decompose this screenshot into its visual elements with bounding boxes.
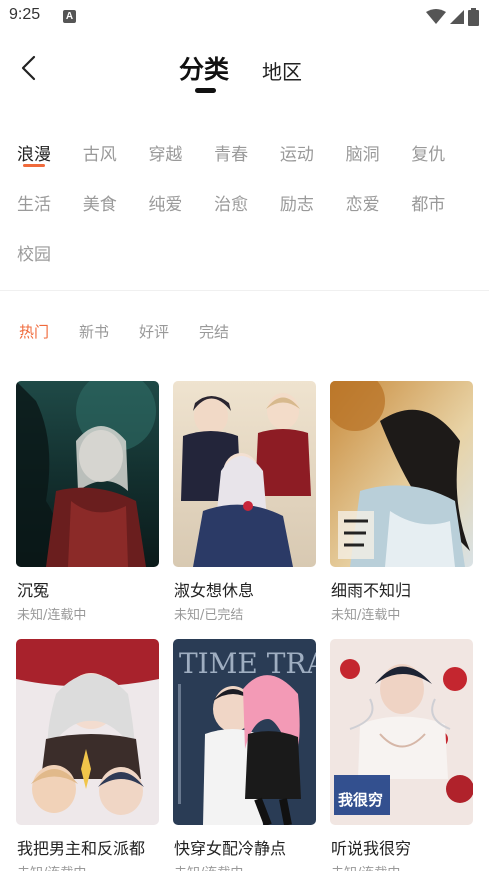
book-status: 未知/连载中 (17, 862, 86, 871)
book-card[interactable]: 淑女想休息 未知/已完结 (173, 381, 316, 623)
category-item[interactable]: 励志 (280, 190, 346, 240)
book-status: 未知/连载中 (331, 862, 400, 871)
book-cover: 我很穷 (330, 639, 473, 825)
book-title: 细雨不知归 (331, 581, 412, 600)
book-card[interactable]: TIME TRAVEL 快穿女配冷静点 未知/连载中 (173, 639, 316, 871)
book-cover: TIME TRAVEL (173, 639, 316, 825)
book-title: 快穿女配冷静点 (174, 839, 287, 858)
category-item[interactable]: 都市 (411, 190, 477, 240)
book-title: 淑女想休息 (174, 581, 255, 600)
cover-text: 我很穷 (338, 791, 383, 809)
category-row: 校园 (17, 240, 477, 290)
book-title: 我把男主和反派都 (17, 839, 146, 858)
book-card[interactable]: 细雨不知归 未知/连载中 (330, 381, 473, 623)
status-bar: 9:25 A (0, 0, 489, 34)
divider (0, 290, 489, 291)
notification-icon: A (63, 10, 76, 23)
category-item[interactable]: 复仇 (411, 140, 477, 190)
status-time: 9:25 (9, 6, 41, 23)
status-icons (426, 7, 479, 27)
category-item[interactable]: 纯爱 (148, 190, 214, 240)
header: 分类 地区 (0, 40, 489, 100)
sort-completed[interactable]: 完结 (199, 321, 259, 342)
category-item[interactable]: 恋爱 (346, 190, 412, 240)
category-item[interactable]: 穿越 (148, 140, 214, 190)
category-item[interactable]: 治愈 (214, 190, 280, 240)
cover-text: TIME TRAVEL (179, 647, 316, 680)
sort-new[interactable]: 新书 (79, 321, 139, 342)
book-card[interactable]: 沉冤 未知/连载中 (16, 381, 159, 623)
category-item[interactable]: 浪漫 (17, 140, 83, 190)
sort-options: 热门 新书 好评 完结 (19, 321, 259, 342)
book-cover (330, 381, 473, 567)
signal-icon (450, 10, 464, 24)
back-button[interactable] (12, 52, 44, 84)
tab-region[interactable]: 地区 (262, 56, 302, 85)
category-item[interactable]: 美食 (83, 190, 149, 240)
book-title: 沉冤 (17, 581, 50, 600)
category-row: 生活 美食 纯爱 治愈 励志 恋爱 都市 (17, 190, 477, 240)
category-row: 浪漫 古风 穿越 青春 运动 脑洞 复仇 (17, 140, 477, 190)
tab-category[interactable]: 分类 (179, 50, 229, 86)
book-status: 未知/连载中 (174, 862, 243, 871)
battery-icon (468, 8, 479, 26)
chevron-left-icon (21, 55, 36, 81)
tab-indicator (195, 88, 216, 93)
book-cover (173, 381, 316, 567)
category-item[interactable]: 青春 (214, 140, 280, 190)
sort-hot[interactable]: 热门 (19, 321, 79, 342)
book-cover (16, 381, 159, 567)
book-title: 听说我很穷 (331, 839, 412, 858)
category-item[interactable]: 校园 (17, 240, 87, 290)
book-card[interactable]: 我很穷 听说我很穷 未知/连载中 (330, 639, 473, 871)
category-item[interactable]: 生活 (17, 190, 83, 240)
book-cover (16, 639, 159, 825)
book-status: 未知/连载中 (17, 608, 87, 623)
sort-rating[interactable]: 好评 (139, 321, 199, 342)
category-filter: 浪漫 古风 穿越 青春 运动 脑洞 复仇 生活 美食 纯爱 治愈 励志 恋爱 都… (17, 140, 477, 290)
category-item[interactable]: 脑洞 (346, 140, 412, 190)
book-card[interactable]: 我把男主和反派都 未知/连载中 (16, 639, 159, 871)
category-item[interactable]: 古风 (83, 140, 149, 190)
category-item[interactable]: 运动 (280, 140, 346, 190)
book-status: 未知/已完结 (174, 608, 244, 623)
book-status: 未知/连载中 (331, 608, 401, 623)
wifi-icon (426, 9, 446, 24)
